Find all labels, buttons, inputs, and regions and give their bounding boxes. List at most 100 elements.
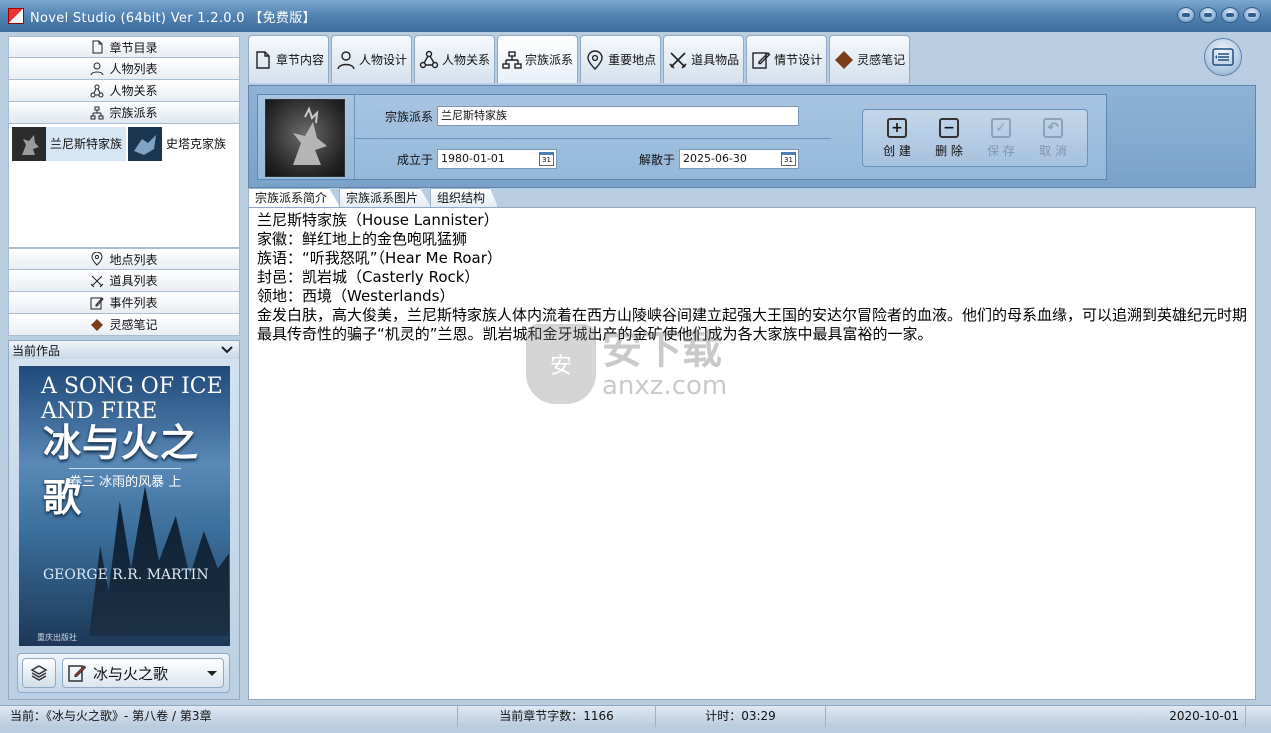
calendar-icon[interactable]: 31 [781,152,796,166]
clan-item-lannister[interactable]: 兰尼斯特家族 [12,127,127,161]
status-current: 当前：《冰与火之歌》- 第八卷 / 第3章 [0,706,458,727]
tab-label: 重要地点 [608,53,657,67]
current-work-panel: 当前作品 A SONG OF ICE AND FIRE 冰与火之歌 卷三 冰雨的… [8,340,240,700]
clan-list: 兰尼斯特家族 史塔克家族 [8,124,240,248]
tab-character-relations[interactable]: 人物关系 [414,35,496,83]
clan-description-editor[interactable]: 兰尼斯特家族（House Lannister） 家徽：鲜红地上的金色咆吼猛狮 族… [248,207,1256,700]
clan-name: 史塔克家族 [166,137,227,151]
diamond-icon [91,318,104,331]
sidebar-item-notes[interactable]: 灵感笔记 [8,314,240,336]
tab-clans[interactable]: 宗族派系 [497,35,579,83]
content-line: 封邑：凯岩城（Casterly Rock） [257,268,480,286]
sidebar-item-label: 人物列表 [109,62,158,76]
sidebar-item-label: 宗族派系 [109,106,158,120]
cancel-button[interactable]: ↶ 取 消 [1039,117,1067,159]
tab-locations[interactable]: 重要地点 [580,35,662,83]
clan-fields: 宗族派系 兰尼斯特家族 成立于 1980-01-01 31 解散于 2025-0… [354,95,831,181]
cover-volume: 卷三 冰雨的风暴 上 [69,468,182,490]
edit-icon [90,296,105,309]
subtab-intro[interactable]: 宗族派系简介 [248,188,341,207]
tab-label: 情节设计 [774,53,823,67]
menu-list-icon [1212,48,1234,66]
sidebar-item-clans[interactable]: 宗族派系 [8,102,240,124]
tab-chapter-content[interactable]: 章节内容 [248,35,330,83]
tab-plot-design[interactable]: 情节设计 [746,35,828,83]
edit-icon [752,51,771,69]
sidebar-item-locations[interactable]: 地点列表 [8,248,240,270]
edit-icon [68,665,87,682]
clan-name-label: 宗族派系 [384,110,433,124]
sidebar-item-label: 章节目录 [109,40,158,55]
help-button[interactable] [1177,7,1195,23]
tab-items[interactable]: 道具物品 [663,35,745,83]
clan-name-input[interactable]: 兰尼斯特家族 [437,106,799,126]
sidebar-item-chapters[interactable]: 章节目录 [8,36,240,58]
content-subtabs: 宗族派系简介 宗族派系图片 组织结构 [248,188,499,207]
delete-button[interactable]: − 删 除 [935,117,963,159]
layers-button[interactable] [22,658,56,688]
window-controls [1177,7,1261,23]
person-icon [337,50,355,69]
maximize-button[interactable] [1221,7,1239,23]
clan-name: 兰尼斯特家族 [46,127,127,161]
status-timer: 计时：03:29 [656,706,826,727]
document-icon [92,40,103,54]
person-icon [90,62,104,75]
lion-crest-thumbnail [12,127,46,161]
content-line: 金发白肤，高大俊美，兰尼斯特家族人体内流着在西方山陵峡谷间建立起强大王国的安达尔… [257,306,1248,343]
founded-date-value: 1980-01-01 [441,152,505,165]
swords-icon [91,275,104,287]
tab-character-design[interactable]: 人物设计 [331,35,413,83]
sidebar-item-label: 事件列表 [109,296,158,310]
sidebar-item-label: 道具列表 [109,274,158,288]
location-icon [587,49,603,70]
sidebar-item-characters[interactable]: 人物列表 [8,58,240,80]
chevron-down-icon[interactable] [221,346,233,354]
document-icon [256,50,270,69]
sidebar: 章节目录 人物列表 人物关系 宗族派系 兰尼斯特家族 史塔克家族 地点列表 道具… [8,36,240,700]
current-work-header: 当前作品 [9,341,239,359]
lion-crest-icon [293,106,327,165]
sidebar-item-items[interactable]: 道具列表 [8,270,240,292]
clan-form: 宗族派系 兰尼斯特家族 成立于 1980-01-01 31 解散于 2025-0… [257,94,1107,181]
main-menu-button[interactable] [1204,38,1242,76]
founded-date-input[interactable]: 1980-01-01 31 [437,149,557,169]
create-label: 创 建 [883,143,911,158]
dissolved-label: 解散于 [638,153,675,167]
sidebar-item-label: 地点列表 [109,252,158,267]
relation-icon [419,50,439,68]
dissolved-date-value: 2025-06-30 [683,152,747,165]
save-button[interactable]: ✓ 保 存 [987,117,1015,159]
undo-icon: ↶ [1042,117,1063,138]
main-tabs: 章节内容 人物设计 人物关系 宗族派系 重要地点 道具物品 情节设计 灵感笔记 [248,35,911,83]
check-icon: ✓ [990,117,1011,138]
title-bar: Novel Studio (64bit) Ver 1.2.0.0 【免费版】 [0,0,1271,32]
cover-title-cn: 冰与火之歌 [43,421,200,520]
relation-icon [90,84,104,97]
content-line: 家徽：鲜红地上的金色咆吼猛狮 [257,230,468,248]
create-button[interactable]: + 创 建 [883,117,911,159]
tab-notes[interactable]: 灵感笔记 [829,35,911,83]
work-select[interactable]: 冰与火之歌 [62,658,224,688]
sidebar-item-relations[interactable]: 人物关系 [8,80,240,102]
tab-label: 章节内容 [276,53,325,67]
clan-item-stark[interactable]: 史塔克家族 [128,127,230,161]
subtab-images[interactable]: 宗族派系图片 [339,188,432,207]
tab-label: 人物设计 [359,53,408,67]
clan-actions: + 创 建 − 删 除 ✓ 保 存 ↶ 取 消 [862,109,1088,167]
sidebar-item-events[interactable]: 事件列表 [8,292,240,314]
clan-crest-image[interactable] [265,99,345,177]
calendar-icon[interactable]: 31 [539,152,554,166]
plus-icon: + [886,117,907,138]
minimize-button[interactable] [1199,7,1217,23]
tab-label: 人物关系 [442,53,491,67]
dissolved-date-input[interactable]: 2025-06-30 31 [679,149,799,169]
minus-icon: − [938,117,959,138]
sidebar-nav-bottom: 地点列表 道具列表 事件列表 灵感笔记 [8,248,240,336]
close-button[interactable] [1243,7,1261,23]
delete-label: 删 除 [935,143,963,158]
location-icon [91,252,103,266]
subtab-structure[interactable]: 组织结构 [430,188,499,207]
hierarchy-icon [90,106,104,119]
work-select-bar: 冰与火之歌 [17,653,230,693]
